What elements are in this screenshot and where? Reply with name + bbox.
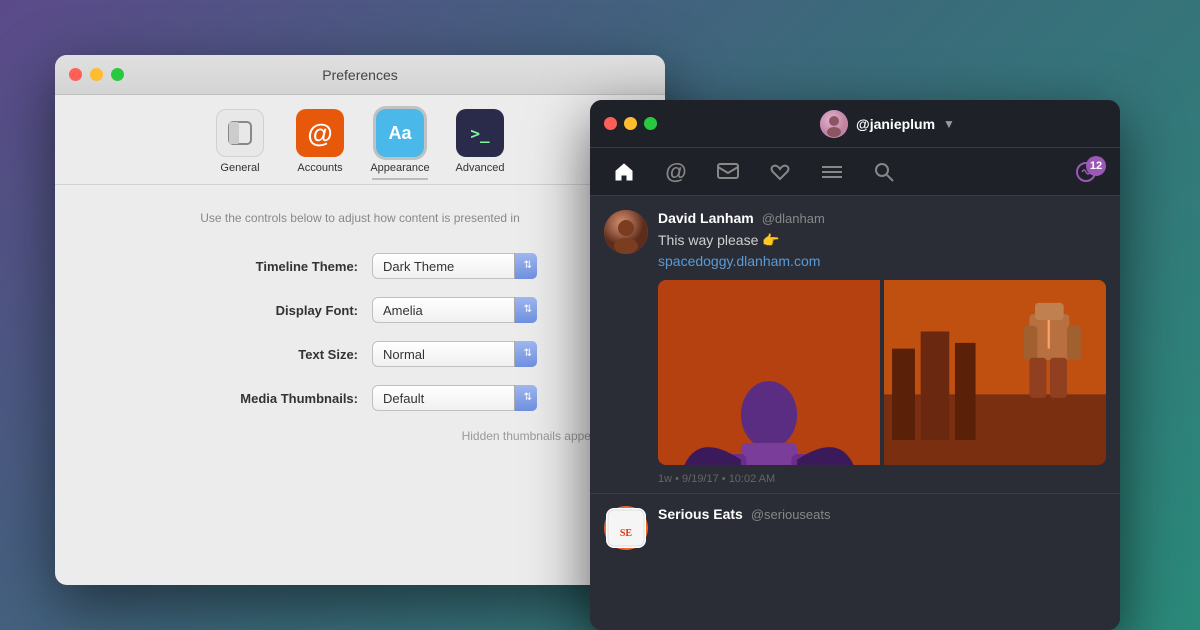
prefs-description: Use the controls below to adjust how con… (85, 211, 635, 225)
display-font-select[interactable]: Amelia Helvetica (372, 297, 537, 323)
tweet-close-button[interactable] (604, 117, 617, 130)
tweet-window: @janieplum ▼ @ (590, 100, 1120, 630)
prefs-toolbar: General @ Accounts Aa Appearance >_ Adva… (55, 95, 665, 184)
serious-eats-logo: SE (606, 508, 646, 548)
display-font-label: Display Font: (183, 303, 358, 318)
tweet-header: David Lanham @dlanham (658, 210, 1106, 226)
timeline-theme-select[interactable]: Dark Theme Light Theme (372, 253, 537, 279)
prefs-content: Use the controls below to adjust how con… (55, 201, 665, 463)
serious-eats-avatar: SE (604, 506, 648, 550)
display-font-row: Display Font: Amelia Helvetica ⇅ (85, 297, 635, 323)
media-thumbnails-select-wrapper: Default Hidden Always ⇅ (372, 385, 537, 411)
display-font-select-wrapper: Amelia Helvetica ⇅ (372, 297, 537, 323)
prefs-titlebar: Preferences (55, 55, 665, 95)
tweet-username: @janieplum (856, 116, 935, 132)
messages-icon (717, 163, 739, 181)
tweet-images (658, 280, 1106, 465)
advanced-label: Advanced (456, 162, 505, 174)
text-size-select[interactable]: Normal Large Small (372, 341, 537, 367)
toolbar-item-accounts[interactable]: @ Accounts (285, 109, 355, 174)
svg-text:SE: SE (620, 528, 633, 539)
tweet-2-header: Serious Eats @seriouseats (658, 506, 1106, 522)
nav-favorites[interactable] (754, 152, 806, 192)
general-icon-wrap (216, 109, 264, 157)
text-size-row: Text Size: Normal Large Small ⇅ (85, 341, 635, 367)
tweet-item: David Lanham @dlanham This way please 👉 … (590, 196, 1120, 494)
tweet-nav: @ (590, 148, 1120, 196)
minimize-button[interactable] (90, 68, 103, 81)
advanced-icon-wrap: >_ (456, 109, 504, 157)
tweet-link[interactable]: spacedoggy.dlanham.com (658, 253, 820, 269)
nav-home[interactable] (598, 152, 650, 192)
user-dropdown-icon[interactable]: ▼ (943, 117, 955, 131)
tweet-author-avatar (604, 210, 648, 254)
tweet-titlebar: @janieplum ▼ (590, 100, 1120, 148)
general-icon (226, 119, 254, 147)
author-avatar-image (604, 210, 648, 254)
media-thumbnails-label: Media Thumbnails: (183, 391, 358, 406)
appearance-label: Appearance (370, 162, 429, 174)
tweet-body: David Lanham @dlanham This way please 👉 … (658, 210, 1106, 485)
tweet-feed: David Lanham @dlanham This way please 👉 … (590, 196, 1120, 630)
accounts-icon: @ (307, 118, 332, 149)
tweet-maximize-button[interactable] (644, 117, 657, 130)
close-button[interactable] (69, 68, 82, 81)
lists-icon (821, 163, 843, 181)
advanced-icon: >_ (470, 124, 489, 143)
tweet-text: This way please 👉 spacedoggy.dlanham.com (658, 230, 1106, 272)
tweet-2-author-handle: @seriouseats (751, 507, 831, 522)
general-label: General (220, 162, 259, 174)
tweet-2-body: Serious Eats @seriouseats (658, 506, 1106, 550)
text-size-select-wrapper: Normal Large Small ⇅ (372, 341, 537, 367)
notification-badge: 12 (1086, 156, 1106, 176)
prefs-footer-text: Hidden thumbnails appear af (85, 429, 635, 443)
tweet-2-author-name: Serious Eats (658, 506, 743, 522)
timeline-theme-row: Timeline Theme: Dark Theme Light Theme ⇅ (85, 253, 635, 279)
toolbar-separator (55, 184, 665, 185)
toolbar-item-appearance[interactable]: Aa Appearance (365, 109, 435, 174)
tweet-minimize-button[interactable] (624, 117, 637, 130)
appearance-icon-wrap: Aa (376, 109, 424, 157)
tweet-author-handle: @dlanham (762, 211, 825, 226)
maximize-button[interactable] (111, 68, 124, 81)
home-icon (613, 161, 635, 183)
accounts-label: Accounts (297, 162, 342, 174)
tweet-author-name: David Lanham (658, 210, 754, 226)
media-thumbnails-select[interactable]: Default Hidden Always (372, 385, 537, 411)
tweet-image-left[interactable] (658, 280, 880, 465)
avatar-image (820, 110, 848, 138)
nav-search[interactable] (858, 152, 910, 192)
tweet-item-2: SE Serious Eats @seriouseats (590, 494, 1120, 562)
nav-messages[interactable] (702, 152, 754, 192)
text-size-label: Text Size: (183, 347, 358, 362)
tweet-image-art-right-top (884, 280, 1106, 465)
timeline-theme-select-wrapper: Dark Theme Light Theme ⇅ (372, 253, 537, 279)
tweet-user-header[interactable]: @janieplum ▼ (820, 110, 955, 138)
tweet-window-controls (604, 117, 657, 130)
tweet-image-right-top[interactable] (884, 280, 1106, 465)
prefs-title: Preferences (322, 67, 397, 83)
tweet-image-art-left (658, 280, 880, 465)
toolbar-item-general[interactable]: General (205, 109, 275, 174)
nav-mentions[interactable]: @ (650, 152, 702, 192)
accounts-icon-wrap: @ (296, 109, 344, 157)
user-avatar (820, 110, 848, 138)
toolbar-item-advanced[interactable]: >_ Advanced (445, 109, 515, 174)
window-controls (69, 68, 124, 81)
nav-lists[interactable] (806, 152, 858, 192)
preferences-window: Preferences General @ Accounts Aa A (55, 55, 665, 585)
favorites-icon (769, 162, 791, 182)
timeline-theme-label: Timeline Theme: (183, 259, 358, 274)
search-icon (874, 162, 894, 182)
media-thumbnails-row: Media Thumbnails: Default Hidden Always … (85, 385, 635, 411)
appearance-icon: Aa (388, 123, 411, 144)
tweet-meta: 1w • 9/19/17 • 10:02 AM (658, 473, 1106, 485)
